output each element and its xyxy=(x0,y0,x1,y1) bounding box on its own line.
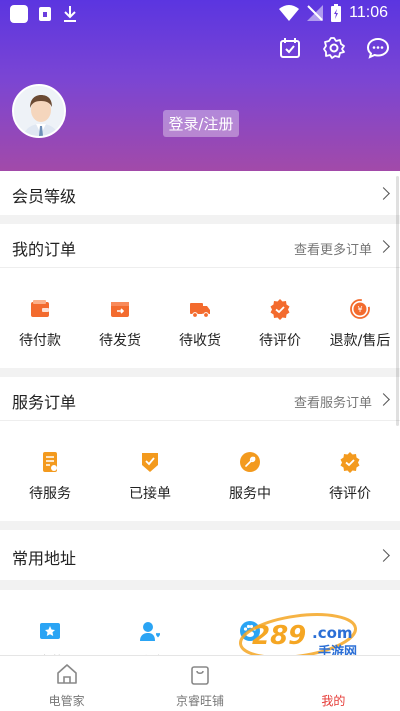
order-item-label: 退款/售后 xyxy=(329,333,391,349)
follow-item[interactable]: 关注 xyxy=(100,620,200,656)
service-doc-icon xyxy=(43,452,57,472)
download-icon xyxy=(64,6,76,22)
accepted-shield-icon xyxy=(142,453,158,472)
order-refund-aftersale[interactable]: ¥ 退款/售后 xyxy=(320,298,400,350)
favorites-item[interactable]: 收藏 xyxy=(0,620,100,656)
service-orders-title: 服务订单 xyxy=(12,393,77,412)
home-icon xyxy=(56,664,77,684)
site-watermark: 289 .com 手游网 xyxy=(238,612,388,660)
calendar-check-icon[interactable] xyxy=(278,36,302,60)
service-item-label: 已接单 xyxy=(129,486,171,502)
status-bar: 11:06 xyxy=(0,0,400,28)
chevron-right-icon xyxy=(377,240,390,253)
tab-label: 电管家 xyxy=(48,694,85,708)
order-pending-shipment[interactable]: 待发货 xyxy=(80,298,160,350)
common-address-row[interactable]: 常用地址 xyxy=(0,530,400,580)
chevron-right-icon xyxy=(377,187,390,200)
tab-electric-steward[interactable]: 电管家 xyxy=(0,656,133,711)
order-item-label: 待付款 xyxy=(19,333,61,349)
my-orders-section: 我的订单 查看更多订单 待付款 待发货 待收货 待评价 ¥ 退款/售后 xyxy=(0,224,400,368)
wrench-icon xyxy=(240,452,260,472)
order-item-label: 待收货 xyxy=(179,333,221,349)
tab-label: 我的 xyxy=(321,694,346,708)
watermark-domain: .com xyxy=(312,624,353,642)
bottom-tab-bar: 电管家 京睿旺铺 我的 xyxy=(0,655,400,711)
message-bubble-icon[interactable] xyxy=(366,36,390,60)
lock-icon xyxy=(39,7,51,21)
service-item-label: 待评价 xyxy=(329,486,371,502)
order-pending-review[interactable]: 待评价 xyxy=(240,298,320,350)
tab-shop[interactable]: 京睿旺铺 xyxy=(133,656,266,711)
tab-me[interactable]: 我的 xyxy=(267,656,400,711)
chevron-right-icon xyxy=(377,393,390,406)
review-check-icon xyxy=(340,452,360,473)
order-status-grid: 待付款 待发货 待收货 待评价 ¥ 退款/售后 xyxy=(0,298,400,350)
divider xyxy=(0,420,400,421)
me-icon xyxy=(321,662,345,686)
status-time: 11:06 xyxy=(349,4,388,21)
view-more-orders-link[interactable]: 查看更多订单 xyxy=(294,239,372,258)
refund-icon: ¥ xyxy=(350,299,370,319)
wallet-icon xyxy=(31,300,49,317)
common-address-title: 常用地址 xyxy=(12,549,77,568)
profile-header: 11:06 登录/注册 xyxy=(0,0,400,171)
member-level-title: 会员等级 xyxy=(12,187,77,206)
order-item-label: 待评价 xyxy=(259,333,301,349)
service-pending[interactable]: 待服务 xyxy=(0,451,100,503)
service-pending-review[interactable]: 待评价 xyxy=(300,451,400,503)
my-orders-title: 我的订单 xyxy=(12,240,77,259)
divider xyxy=(0,267,400,268)
watermark-number: 289 xyxy=(252,621,306,651)
no-signal-icon xyxy=(307,5,324,21)
service-item-label: 服务中 xyxy=(229,486,271,502)
review-badge-icon xyxy=(270,299,290,320)
user-avatar-icon xyxy=(14,86,64,136)
wifi-icon xyxy=(279,5,300,21)
app-notification-icon xyxy=(10,5,28,23)
service-status-grid: 待服务 已接单 服务中 待评价 xyxy=(0,451,400,503)
shop-bag-icon xyxy=(191,666,209,685)
battery-icon xyxy=(331,4,342,22)
follow-user-icon xyxy=(140,622,160,641)
order-item-label: 待发货 xyxy=(99,333,141,349)
login-register-button[interactable]: 登录/注册 xyxy=(163,110,239,137)
service-item-label: 待服务 xyxy=(29,486,71,502)
service-accepted[interactable]: 已接单 xyxy=(100,451,200,503)
truck-icon xyxy=(190,303,210,318)
order-pending-payment[interactable]: 待付款 xyxy=(0,298,80,350)
view-service-orders-link[interactable]: 查看服务订单 xyxy=(294,392,372,411)
service-orders-section: 服务订单 查看服务订单 待服务 已接单 服务中 待评价 xyxy=(0,377,400,521)
chevron-right-icon xyxy=(377,549,390,562)
settings-gear-icon[interactable] xyxy=(322,36,346,60)
star-icon xyxy=(40,623,60,639)
ship-box-icon xyxy=(111,302,129,317)
order-pending-receipt[interactable]: 待收货 xyxy=(160,298,240,350)
scrollbar[interactable] xyxy=(396,176,399,426)
watermark-logo-icon: 289 .com 手游网 xyxy=(238,613,357,660)
member-level-row[interactable]: 会员等级 xyxy=(0,171,400,215)
avatar[interactable] xyxy=(12,84,66,138)
svg-text:¥: ¥ xyxy=(357,305,362,314)
tab-label: 京睿旺铺 xyxy=(175,694,224,708)
service-in-progress[interactable]: 服务中 xyxy=(200,451,300,503)
